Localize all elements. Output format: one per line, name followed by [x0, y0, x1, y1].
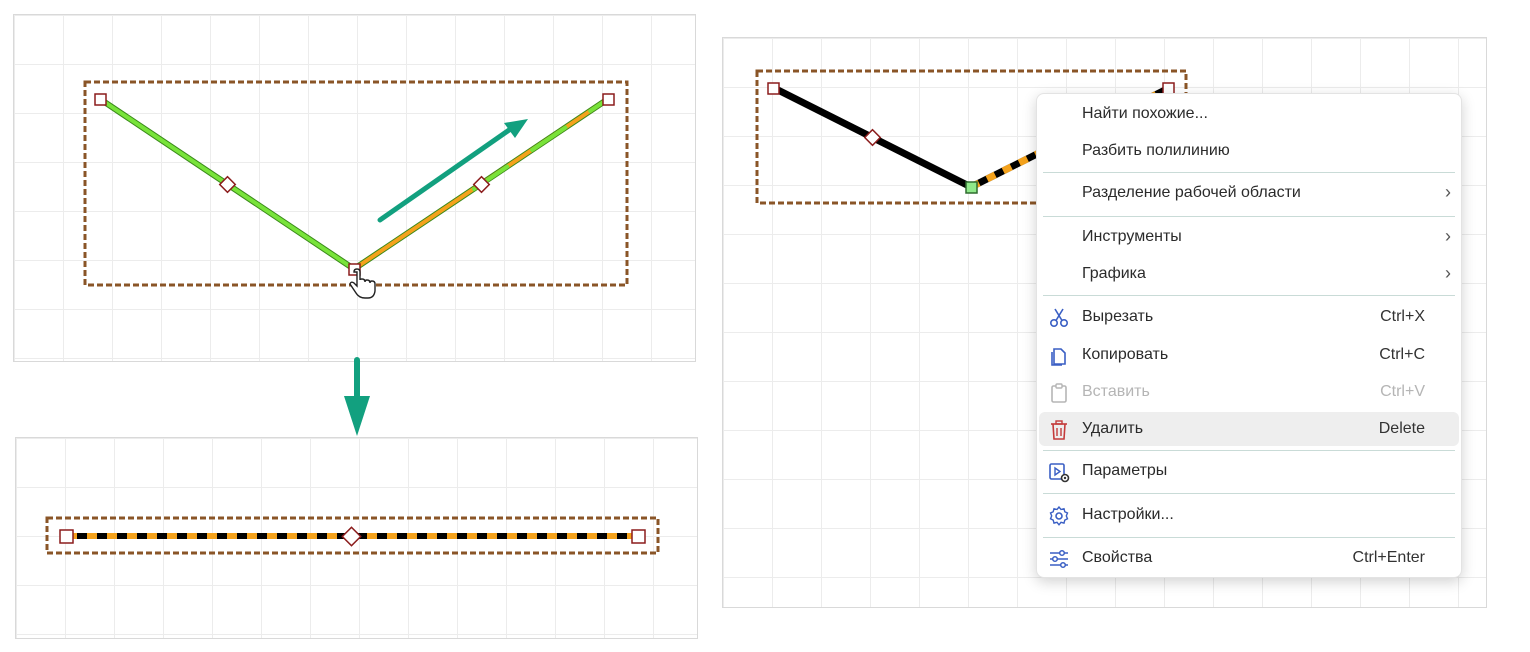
menu-item-label: Копировать [1082, 346, 1169, 363]
vertex-handle-start[interactable] [59, 529, 74, 544]
menu-item-settings[interactable]: Настройки... [1039, 498, 1459, 532]
menu-item-tools[interactable]: Инструменты › [1039, 220, 1459, 254]
menu-item-label: Удалить [1082, 420, 1144, 437]
menu-item-label: Вставить [1082, 383, 1150, 400]
menu-item-shortcut: Ctrl+V [1380, 383, 1425, 400]
menu-item-split-polyline[interactable]: Разбить полилинию [1039, 134, 1459, 168]
menu-item-find-similar[interactable]: Найти похожие... [1039, 97, 1459, 131]
menu-item-parameters[interactable]: Параметры [1039, 454, 1459, 488]
menu-item-label: Свойства [1082, 549, 1153, 566]
menu-item-label: Разбить полилинию [1082, 142, 1230, 159]
selection-frame [83, 80, 629, 287]
canvas-panel-before[interactable] [13, 14, 696, 362]
context-menu: Найти похожие... Разбить полилинию Разде… [1036, 93, 1462, 578]
clipboard-icon [1051, 383, 1067, 403]
menu-item-label: Найти похожие... [1082, 105, 1208, 122]
menu-item-cut[interactable]: Вырезать Ctrl+X [1039, 300, 1459, 334]
parameters-icon [1049, 463, 1070, 483]
sliders-icon [1050, 549, 1068, 569]
menu-separator [1043, 216, 1455, 217]
menu-separator [1043, 450, 1455, 451]
canvas-panel-after[interactable] [15, 437, 698, 639]
menu-item-label: Вырезать [1082, 308, 1154, 325]
menu-separator [1043, 172, 1455, 173]
menu-separator [1043, 295, 1455, 296]
scissors-icon [1049, 308, 1069, 328]
menu-item-graphics[interactable]: Графика › [1039, 257, 1459, 291]
canvas-after-drawing [45, 516, 660, 555]
menu-item-shortcut: Ctrl+X [1380, 308, 1425, 325]
chevron-right-icon: › [1445, 226, 1451, 246]
menu-item-shortcut: Ctrl+C [1379, 346, 1425, 363]
menu-item-shortcut: Ctrl+Enter [1352, 549, 1425, 566]
vertex-handle-end[interactable] [602, 93, 615, 106]
menu-item-label: Графика [1082, 265, 1146, 282]
vertex-handle-end[interactable] [631, 529, 646, 544]
transform-arrow-icon [344, 357, 370, 436]
menu-item-label: Параметры [1082, 462, 1168, 479]
menu-item-label: Разделение рабочей области [1082, 184, 1301, 201]
menu-separator [1043, 537, 1455, 538]
menu-item-properties[interactable]: Свойства Ctrl+Enter [1039, 541, 1459, 575]
trash-icon [1051, 420, 1067, 440]
menu-item-delete[interactable]: Удалить Delete [1039, 412, 1459, 446]
midpoint-handle[interactable] [341, 526, 362, 547]
menu-item-shortcut: Delete [1378, 420, 1425, 437]
menu-item-paste: Вставить Ctrl+V [1039, 375, 1459, 409]
copy-icon [1051, 348, 1066, 366]
menu-item-label: Настройки... [1082, 506, 1174, 523]
gear-icon [1049, 505, 1069, 526]
menu-item-label: Инструменты [1082, 228, 1182, 245]
menu-item-copy[interactable]: Копировать Ctrl+C [1039, 338, 1459, 372]
vertex-handle-start[interactable] [94, 93, 107, 106]
chevron-right-icon: › [1445, 263, 1451, 283]
vertex-handle-middle-selected[interactable] [965, 181, 978, 194]
vertex-handle-start[interactable] [767, 82, 780, 95]
menu-separator [1043, 493, 1455, 494]
canvas-before-drawing [83, 80, 629, 299]
menu-item-split-workspace[interactable]: Разделение рабочей области › [1039, 176, 1459, 210]
chevron-right-icon: › [1445, 182, 1451, 202]
